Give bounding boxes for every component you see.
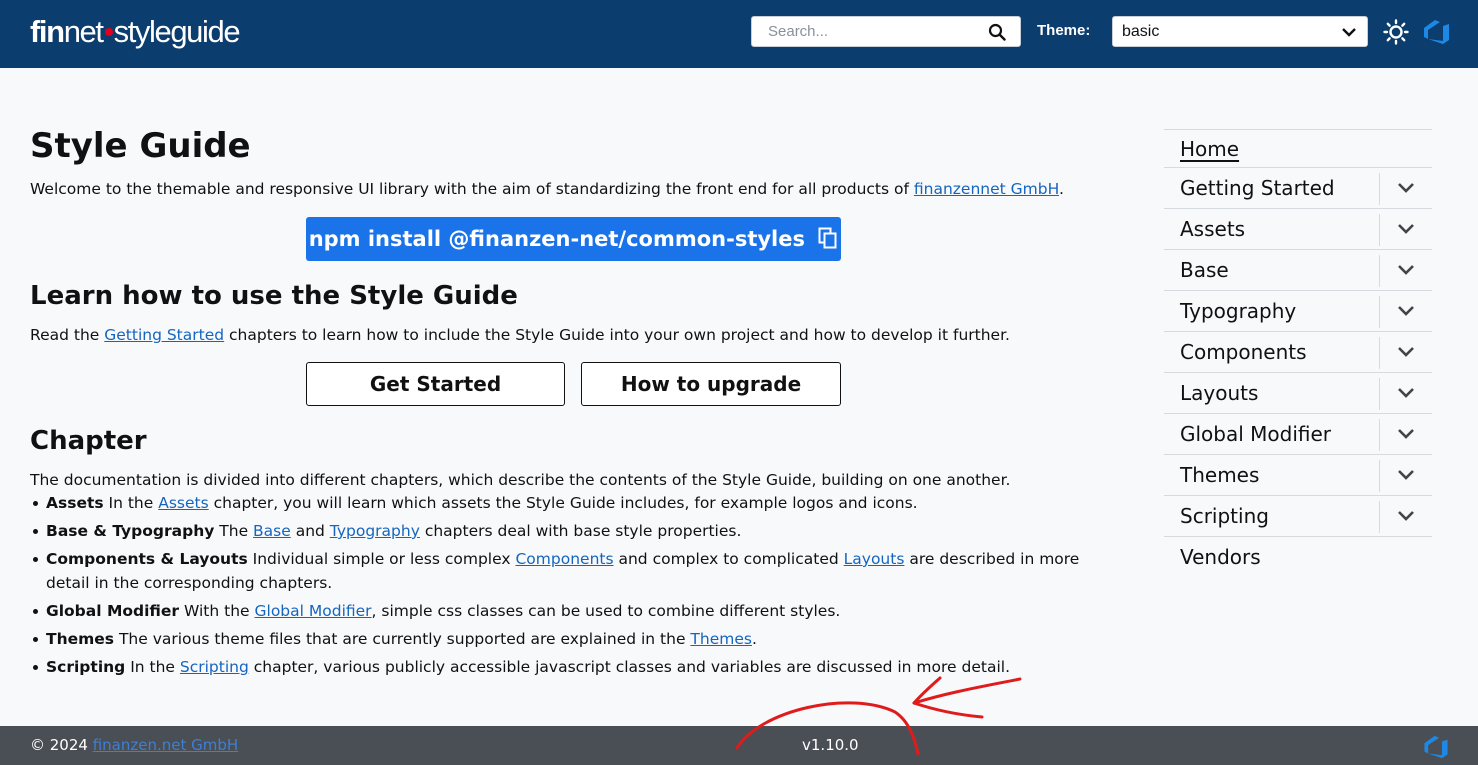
chevron-down-icon[interactable] bbox=[1397, 221, 1415, 237]
logo-dot bbox=[104, 28, 113, 37]
divider bbox=[1379, 460, 1380, 492]
search-icon[interactable] bbox=[988, 23, 1006, 41]
sidebar-item-typography[interactable]: Typography bbox=[1164, 291, 1432, 332]
main-content: Style Guide Welcome to the themable and … bbox=[30, 124, 1110, 676]
divider bbox=[1379, 419, 1380, 451]
search-box bbox=[751, 16, 1021, 47]
azure-devops-icon[interactable] bbox=[1423, 735, 1449, 759]
divider bbox=[1379, 255, 1380, 287]
learn-text-post: chapters to learn how to include the Sty… bbox=[224, 326, 1010, 344]
chevron-down-icon bbox=[1342, 28, 1356, 37]
search-input[interactable] bbox=[752, 17, 988, 46]
theme-label: Theme: bbox=[1037, 22, 1091, 39]
sidebar-item-label: Assets bbox=[1180, 217, 1246, 241]
sun-icon[interactable] bbox=[1383, 19, 1409, 45]
logo-fin-text: fin bbox=[30, 14, 65, 49]
copy-icon bbox=[818, 227, 837, 248]
sidebar-item-label: Getting Started bbox=[1180, 176, 1335, 200]
list-item: Assets In the Assets chapter, you will l… bbox=[30, 491, 1100, 515]
chapter-paragraph: The documentation is divided into differ… bbox=[30, 471, 1011, 489]
chevron-down-icon[interactable] bbox=[1397, 344, 1415, 360]
global-modifier-link[interactable]: Global Modifier bbox=[255, 602, 372, 620]
scripting-link[interactable]: Scripting bbox=[180, 658, 249, 676]
sidebar-item-label: Base bbox=[1180, 258, 1229, 282]
company-link[interactable]: finanzen.net GmbH bbox=[93, 736, 238, 754]
sidebar-item-global-modifier[interactable]: Global Modifier bbox=[1164, 414, 1432, 455]
sidebar-item-label: Components bbox=[1180, 340, 1307, 364]
sidebar-item-assets[interactable]: Assets bbox=[1164, 209, 1432, 250]
chevron-down-icon[interactable] bbox=[1397, 262, 1415, 278]
sidebar-item-themes[interactable]: Themes bbox=[1164, 455, 1432, 496]
list-item: Global Modifier With the Global Modifier… bbox=[30, 599, 1100, 623]
finanzennet-link[interactable]: finanzennet GmbH bbox=[914, 180, 1059, 198]
list-item: Base & Typography The Base and Typograph… bbox=[30, 519, 1100, 543]
intro-text: Welcome to the themable and responsive U… bbox=[30, 180, 914, 198]
how-to-upgrade-button[interactable]: How to upgrade bbox=[581, 362, 841, 406]
chevron-down-icon[interactable] bbox=[1397, 508, 1415, 524]
list-item: Scripting In the Scripting chapter, vari… bbox=[30, 655, 1100, 679]
sidebar-nav: Home Getting Started Assets Base Typogra… bbox=[1164, 129, 1432, 578]
sidebar-item-getting-started[interactable]: Getting Started bbox=[1164, 168, 1432, 209]
list-item: Components & Layouts Individual simple o… bbox=[30, 547, 1100, 595]
intro-end: . bbox=[1058, 180, 1064, 198]
logo-suffix-text: styleguide bbox=[113, 14, 241, 49]
sidebar-item-scripting[interactable]: Scripting bbox=[1164, 496, 1432, 537]
chevron-down-icon[interactable] bbox=[1397, 385, 1415, 401]
typography-link[interactable]: Typography bbox=[330, 522, 420, 540]
azure-devops-icon[interactable] bbox=[1423, 19, 1450, 45]
copyright-text: © 2024 finanzen.net GmbH bbox=[30, 736, 238, 754]
chapter-list: Assets In the Assets chapter, you will l… bbox=[30, 491, 1100, 683]
npm-install-copy-button[interactable]: npm install @finanzen-net/common-styles bbox=[306, 217, 841, 261]
chevron-down-icon[interactable] bbox=[1397, 467, 1415, 483]
sidebar-item-label: Vendors bbox=[1180, 545, 1261, 569]
theme-select-value: basic bbox=[1122, 23, 1160, 40]
divider bbox=[1379, 214, 1380, 246]
sidebar-item-label: Scripting bbox=[1180, 504, 1269, 528]
chapter-heading: Chapter bbox=[30, 426, 147, 456]
learn-paragraph: Read the Getting Started chapters to lea… bbox=[30, 323, 1010, 347]
page-title: Style Guide bbox=[30, 126, 251, 166]
themes-link[interactable]: Themes bbox=[690, 630, 752, 648]
getting-started-link[interactable]: Getting Started bbox=[104, 326, 224, 344]
sidebar-item-label: Themes bbox=[1180, 463, 1260, 487]
learn-text-pre: Read the bbox=[30, 326, 105, 344]
sidebar-item-label: Home bbox=[1180, 137, 1240, 161]
sidebar-item-vendors[interactable]: Vendors bbox=[1164, 537, 1432, 578]
chevron-down-icon[interactable] bbox=[1397, 303, 1415, 319]
sidebar-item-label: Layouts bbox=[1180, 381, 1259, 405]
chevron-down-icon[interactable] bbox=[1397, 180, 1415, 196]
divider bbox=[1379, 296, 1380, 328]
sidebar-item-layouts[interactable]: Layouts bbox=[1164, 373, 1432, 414]
sidebar-item-home[interactable]: Home bbox=[1164, 130, 1432, 168]
base-link[interactable]: Base bbox=[253, 522, 291, 540]
finnet-styleguide-logo[interactable]: finnet styleguide bbox=[30, 12, 241, 52]
divider bbox=[1379, 501, 1380, 533]
get-started-button[interactable]: Get Started bbox=[306, 362, 565, 406]
page-footer: © 2024 finanzen.net GmbH v1.10.0 bbox=[0, 726, 1478, 765]
list-item: Themes The various theme files that are … bbox=[30, 627, 1100, 651]
sidebar-item-label: Typography bbox=[1180, 299, 1297, 323]
copyright-prefix: © 2024 bbox=[30, 736, 93, 754]
intro-paragraph: Welcome to the themable and responsive U… bbox=[30, 177, 1110, 201]
sidebar-item-components[interactable]: Components bbox=[1164, 332, 1432, 373]
sidebar-item-base[interactable]: Base bbox=[1164, 250, 1432, 291]
divider bbox=[1379, 378, 1380, 410]
sidebar-item-label: Global Modifier bbox=[1180, 422, 1332, 446]
components-link[interactable]: Components bbox=[515, 550, 613, 568]
logo-net-text: net bbox=[63, 14, 104, 49]
npm-command-text: npm install @finanzen-net/common-styles bbox=[308, 227, 805, 251]
version-label: v1.10.0 bbox=[802, 736, 859, 754]
learn-heading: Learn how to use the Style Guide bbox=[30, 281, 518, 311]
chevron-down-icon[interactable] bbox=[1397, 426, 1415, 442]
layouts-link[interactable]: Layouts bbox=[844, 550, 905, 568]
divider bbox=[1379, 337, 1380, 369]
divider bbox=[1379, 173, 1380, 205]
top-header: finnet styleguide Theme: basic bbox=[0, 0, 1478, 68]
assets-link[interactable]: Assets bbox=[158, 494, 208, 512]
theme-select[interactable]: basic bbox=[1112, 16, 1368, 47]
